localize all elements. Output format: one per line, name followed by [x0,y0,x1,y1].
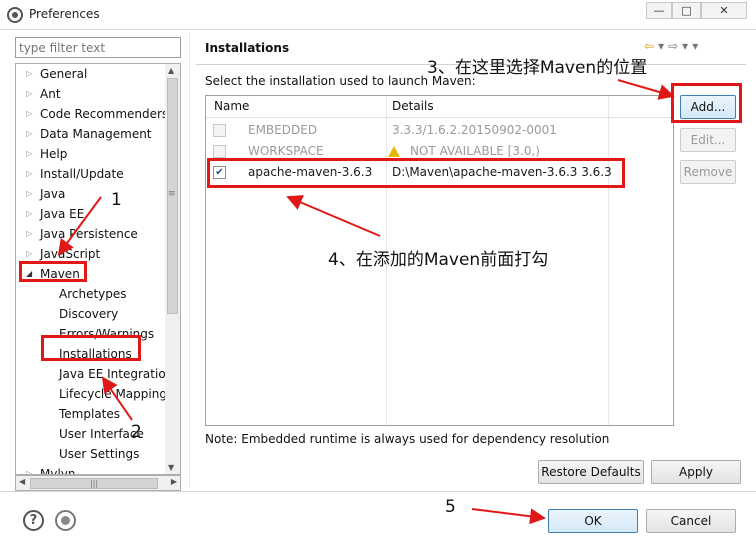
row-checkbox [213,145,226,158]
expand-arrow-icon[interactable]: ▷ [26,64,32,84]
tree-item-code-recommenders[interactable]: ▷ Code Recommenders [26,104,168,124]
tree-item-help[interactable]: ▷ Help [26,144,67,164]
tree-item-user-settings[interactable]: User Settings [59,444,139,464]
tree-item-general[interactable]: ▷ General [26,64,87,84]
expand-arrow-icon[interactable]: ▷ [26,144,32,164]
ok-button[interactable]: OK [548,509,638,533]
table-row: EMBEDDED 3.3.3/1.6.2.20150902-0001 [206,120,673,141]
tree-item-data-management[interactable]: ▷ Data Management [26,124,152,144]
view-menu-icon[interactable]: ▾ [692,39,702,53]
filter-input[interactable] [15,37,181,58]
row-details: 3.3.3/1.6.2.20150902-0001 [392,123,557,137]
tree-vertical-scrollbar[interactable]: ▲ ≡ ▼ [165,63,181,475]
help-icon[interactable]: ? [23,510,44,531]
panel-divider[interactable] [189,33,190,488]
separator [0,491,756,492]
row-checkbox [213,124,226,137]
arrow-to-ok-button [471,508,546,525]
scrollbar-thumb[interactable]: ||| [30,478,158,489]
history-nav: ⇦▾⇨▾▾ [644,39,702,53]
expand-arrow-icon[interactable]: ▷ [26,224,32,244]
maximize-button[interactable]: □ [672,2,701,19]
tree-item-discovery[interactable]: Discovery [59,304,118,324]
annotation-step-1: 1 [111,190,122,210]
table-header: Name Details [206,96,673,118]
highlight-box-apache-maven-row [207,158,625,188]
edit-button[interactable]: Edit... [680,128,736,152]
forward-arrow-icon[interactable]: ⇨ [668,39,682,53]
annotation-step-2: 2 [131,422,142,442]
scroll-right-icon[interactable]: ▶ [171,477,177,486]
grip-icon: ≡ [168,189,176,199]
close-button[interactable]: ✕ [701,2,747,19]
page-title: Installations [205,41,290,55]
column-header-details[interactable]: Details [392,99,434,113]
tree-item-install-update[interactable]: ▷ Install/Update [26,164,124,184]
annotation-step-4: 4、在添加的Maven前面打勾 [328,250,549,270]
expand-arrow-icon[interactable]: ▷ [26,104,32,124]
eclipse-app-icon [7,7,23,23]
expand-arrow-icon[interactable]: ▷ [26,204,32,224]
scroll-left-icon[interactable]: ◀ [19,477,25,486]
tree-item-archetypes[interactable]: Archetypes [59,284,127,304]
expand-arrow-icon[interactable]: ▷ [26,464,32,474]
annotation-step-3: 3、在这里选择Maven的位置 [427,58,648,78]
arrow-to-add-button [617,79,675,100]
tree-item-java-persistence[interactable]: ▷ Java Persistence [26,224,138,244]
title-bar: Preferences — □ ✕ [0,0,756,30]
tree-item-java-ee[interactable]: ▷ Java EE [26,204,84,224]
window-title: Preferences [29,7,100,21]
tree-item-java[interactable]: ▷ Java [26,184,65,204]
record-icon[interactable] [55,510,76,531]
expand-arrow-icon[interactable]: ▷ [26,164,32,184]
expand-arrow-icon[interactable]: ▷ [26,84,32,104]
embedded-runtime-note: Note: Embedded runtime is always used fo… [205,432,610,446]
tree-item-java-ee-integration[interactable]: Java EE Integration [59,364,173,384]
tree-item-ant[interactable]: ▷ Ant [26,84,61,104]
row-name: WORKSPACE [248,144,324,158]
annotation-step-5: 5 [445,497,456,517]
dropdown-icon[interactable]: ▾ [658,39,668,53]
tree-item-templates[interactable]: Templates [59,404,120,424]
scroll-up-icon[interactable]: ▲ [168,66,174,75]
back-arrow-icon[interactable]: ⇦ [644,39,658,53]
cancel-button[interactable]: Cancel [646,509,736,533]
apply-button[interactable]: Apply [651,460,741,484]
tree-item-lifecycle-mapping[interactable]: Lifecycle Mapping [59,384,167,404]
highlight-box-maven [19,261,87,282]
warning-icon [388,145,408,159]
minimize-button[interactable]: — [646,2,672,19]
dropdown-icon[interactable]: ▾ [682,39,692,53]
expand-arrow-icon[interactable]: ▷ [26,124,32,144]
restore-defaults-button[interactable]: Restore Defaults [538,460,644,484]
highlight-box-add-button [671,83,742,123]
tree-horizontal-scrollbar[interactable]: ◀ ||| ▶ [15,475,181,491]
highlight-box-installations [41,335,141,361]
remove-button[interactable]: Remove [680,160,736,184]
scroll-down-icon[interactable]: ▼ [168,463,174,472]
row-name: EMBEDDED [248,123,318,137]
expand-arrow-icon[interactable]: ▷ [26,184,32,204]
row-details: NOT AVAILABLE [3.0,) [410,144,540,158]
tree-item-mylyn[interactable]: ▷ Mylyn [26,464,76,474]
column-header-name[interactable]: Name [214,99,249,113]
